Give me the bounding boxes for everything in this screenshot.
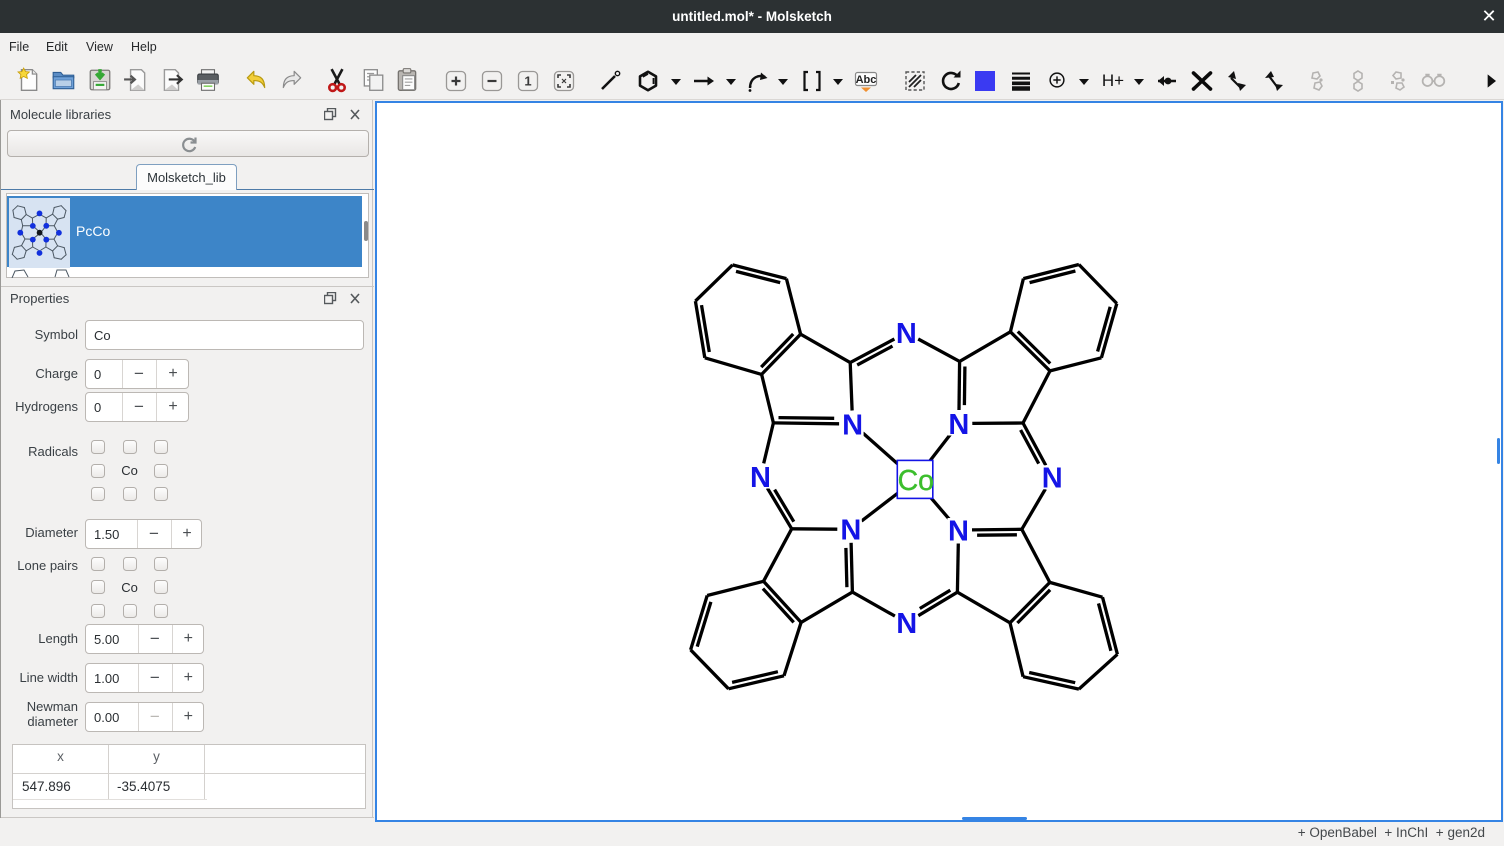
svg-text:Co: Co [898, 465, 934, 497]
svg-text:H+: H+ [1102, 71, 1124, 90]
svg-text:N: N [750, 462, 771, 494]
svg-text:1: 1 [524, 74, 531, 89]
svg-text:N: N [840, 515, 861, 547]
svg-text:N: N [948, 515, 969, 547]
svg-text:N: N [896, 318, 917, 350]
svg-text:Abc: Abc [856, 74, 877, 86]
svg-text:N: N [948, 409, 969, 441]
svg-text:N: N [842, 409, 863, 441]
svg-text:N: N [896, 608, 917, 640]
svg-text:N: N [1042, 463, 1063, 495]
